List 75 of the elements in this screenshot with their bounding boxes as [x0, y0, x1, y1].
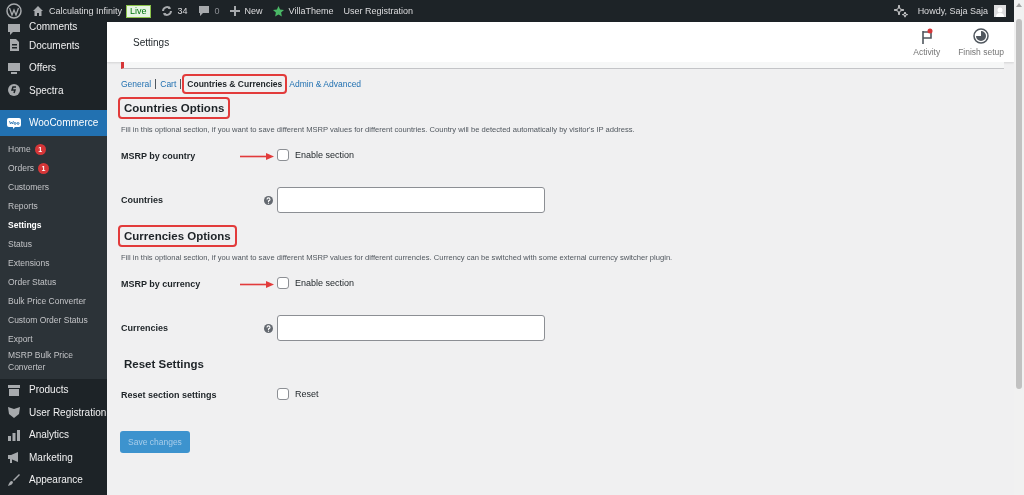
- submenu-item[interactable]: MSRP Bulk Price Converter: [0, 348, 107, 373]
- help-icon[interactable]: [264, 195, 273, 205]
- section-heading: Currencies Options: [120, 227, 235, 245]
- sidebar-item[interactable]: Marketing: [0, 446, 107, 469]
- speech-bubble-icon: [7, 115, 21, 130]
- box-icon: [7, 382, 21, 397]
- section-heading: Reset Settings: [123, 357, 205, 372]
- field-label: MSRP by country: [120, 151, 197, 161]
- submenu-item[interactable]: Customers: [0, 177, 107, 197]
- checkbox-option[interactable]: Enable section: [277, 277, 355, 289]
- text-input[interactable]: [277, 315, 545, 341]
- submenu-item[interactable]: Order Status: [0, 272, 107, 292]
- menu-link[interactable]: User Registration: [343, 6, 413, 16]
- plus-icon: [229, 6, 240, 16]
- progress-circle-icon: [973, 27, 990, 45]
- settings-tab[interactable]: Admin & Advanced: [288, 77, 363, 91]
- monitor-icon: [7, 60, 21, 75]
- field-label: Reset section settings: [120, 390, 215, 400]
- speech-bubble-icon: [197, 5, 210, 17]
- section-heading: Countries Options: [120, 99, 229, 117]
- document-icon: [7, 38, 21, 53]
- sidebar-item[interactable]: Spectra: [0, 79, 107, 102]
- sparkle-icon[interactable]: [893, 4, 908, 18]
- submenu-item[interactable]: Bulk Price Converter: [0, 291, 107, 311]
- submenu-item[interactable]: Reports: [0, 196, 107, 216]
- field-label: Currencies: [120, 323, 170, 333]
- checkbox[interactable]: [277, 388, 289, 400]
- scroll-up-icon[interactable]: [1016, 3, 1022, 7]
- checkbox-option[interactable]: Enable section: [277, 149, 355, 161]
- settings-tab[interactable]: Cart: [159, 77, 178, 91]
- star-icon: [272, 5, 284, 17]
- scrollbar-thumb[interactable]: [1016, 19, 1022, 389]
- sidebar-item[interactable]: User Registration: [0, 401, 107, 424]
- submenu-item[interactable]: Extensions: [0, 253, 107, 273]
- field-label: MSRP by currency: [120, 279, 202, 289]
- sidebar-item[interactable]: Products: [0, 378, 107, 401]
- sidebar-item[interactable]: Analytics: [0, 423, 107, 446]
- live-badge: Live: [126, 4, 151, 18]
- new-link[interactable]: New: [229, 6, 263, 16]
- bar-chart-icon: [7, 427, 21, 442]
- sidebar-item[interactable]: WooCommerce: [0, 109, 107, 136]
- wordpress-logo-icon[interactable]: [6, 3, 22, 19]
- theme-link[interactable]: VillaTheme: [272, 5, 334, 17]
- submenu-item[interactable]: Custom Order Status: [0, 310, 107, 330]
- settings-tab[interactable]: Countries & Currencies: [184, 76, 286, 92]
- checkbox-label: Enable section: [295, 150, 355, 160]
- brush-icon: [7, 472, 21, 487]
- submenu-item[interactable]: Export: [0, 329, 107, 349]
- submenu-item[interactable]: Status: [0, 234, 107, 254]
- text-input[interactable]: [277, 187, 545, 213]
- sidebar-item[interactable]: Appearance: [0, 468, 107, 491]
- shield-icon: [7, 405, 21, 420]
- checkbox[interactable]: [277, 149, 289, 161]
- updates-link[interactable]: 34: [160, 5, 188, 17]
- help-icon[interactable]: [264, 323, 273, 333]
- field-label: Countries: [120, 195, 164, 205]
- checkbox[interactable]: [277, 277, 289, 289]
- home-icon: [32, 5, 44, 17]
- sidebar-item[interactable]: Documents: [0, 34, 107, 57]
- refresh-icon: [160, 5, 173, 17]
- activity-button[interactable]: Activity: [909, 25, 945, 59]
- comments-link[interactable]: 0: [197, 5, 220, 17]
- page-title: Settings: [133, 36, 170, 48]
- submenu-item[interactable]: Settings: [0, 215, 107, 235]
- finish-setup-button[interactable]: Finish setup: [954, 25, 1008, 59]
- site-name-link[interactable]: Calculating Infinity: [32, 5, 123, 17]
- settings-tab[interactable]: General: [120, 77, 153, 91]
- checkbox-label: Reset: [295, 389, 319, 399]
- checkbox-label: Enable section: [295, 278, 355, 288]
- checkbox-option[interactable]: Reset: [277, 388, 319, 400]
- account-link[interactable]: Howdy, Saja Saja: [917, 6, 988, 16]
- comment-icon: [7, 22, 21, 36]
- sidebar-item[interactable]: Comments: [0, 22, 107, 34]
- megaphone-icon: [7, 450, 21, 465]
- sidebar-item[interactable]: Offers: [0, 56, 107, 79]
